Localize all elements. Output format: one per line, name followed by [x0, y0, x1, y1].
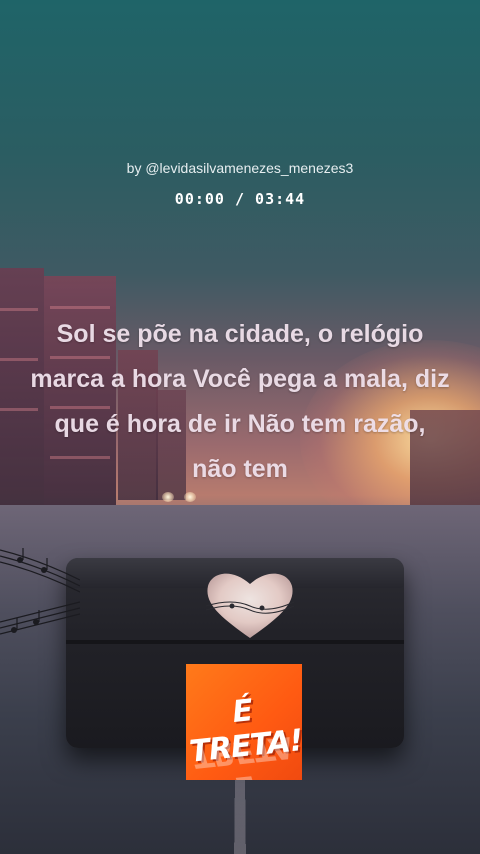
playback-timer: 00:00 / 03:44: [174, 190, 306, 208]
suitcase-band: [66, 640, 404, 644]
lyrics-text: Sol se põe na cidade, o relógio marca a …: [30, 320, 450, 483]
author-byline[interactable]: by @levidasilvamenezes_menezes3: [0, 160, 480, 176]
heart-icon: [205, 573, 295, 638]
car-headlight: [184, 492, 196, 502]
video-frame[interactable]: by @levidasilvamenezes_menezes3 00:00 / …: [0, 0, 480, 854]
car-headlight: [162, 492, 174, 502]
treta-logo[interactable]: É TRETA! É TRETA: [186, 664, 302, 780]
music-notes-icon: [0, 548, 80, 635]
